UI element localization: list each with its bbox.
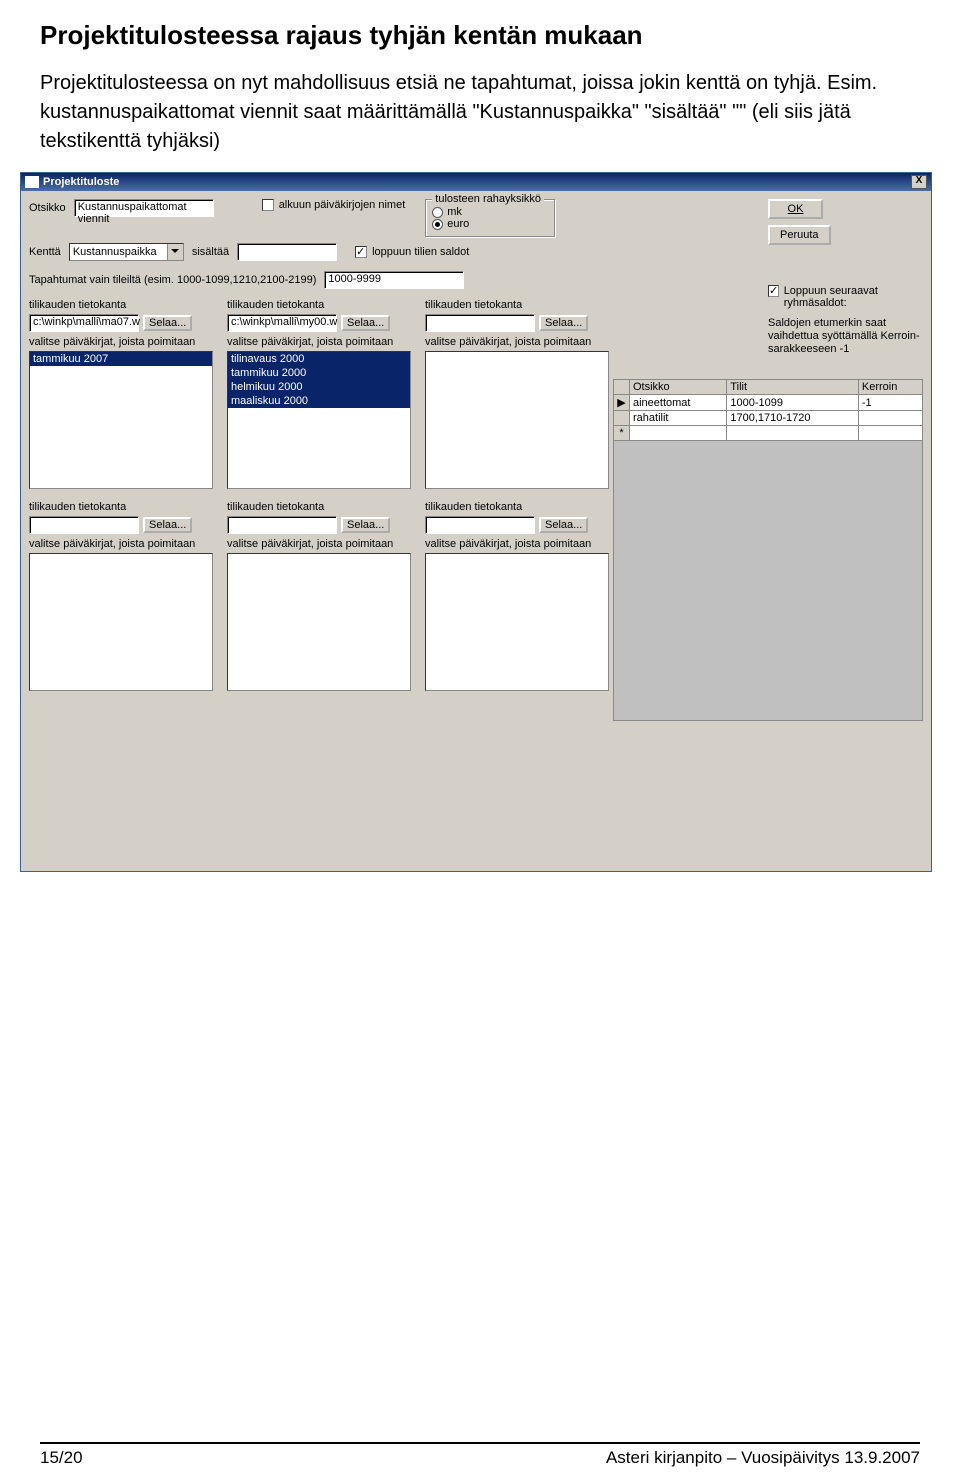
db1-path-input[interactable]: c:\winkp\malli\ma07.w	[29, 314, 139, 332]
doc-heading: Projektitulosteessa rajaus tyhjän kentän…	[40, 20, 920, 51]
db-col-5: tilikauden tietokanta Selaa... valitse p…	[227, 501, 411, 691]
db-label: tilikauden tietokanta	[29, 501, 213, 513]
projekti-window: Projektituloste X Otsikko Kustannuspaika…	[20, 172, 932, 872]
list-item[interactable]: maaliskuu 2000	[228, 394, 410, 408]
otsikko-label: Otsikko	[29, 202, 66, 214]
row-new-icon: *	[614, 426, 630, 441]
cell[interactable]: rahatilit	[630, 411, 727, 426]
db2-path-input[interactable]: c:\winkp\malli\my00.w	[227, 314, 337, 332]
tapahtumat-input[interactable]: 1000-9999	[324, 271, 464, 289]
euro-radio[interactable]	[432, 219, 443, 230]
form-body: Otsikko Kustannuspaikattomat viennit alk…	[21, 191, 931, 871]
ryhmasaldot-label: Loppuun seuraavat ryhmäsaldot:	[784, 285, 923, 309]
db6-listbox[interactable]	[425, 553, 609, 691]
mk-radio[interactable]	[432, 207, 443, 218]
selaa-button[interactable]: Selaa...	[539, 517, 588, 533]
cell[interactable]	[630, 426, 727, 441]
selaa-button[interactable]: Selaa...	[341, 315, 390, 331]
close-button[interactable]: X	[911, 175, 927, 189]
db4-listbox[interactable]	[29, 553, 213, 691]
col-kerroin[interactable]: Kerroin	[858, 380, 922, 395]
row-head	[614, 411, 630, 426]
db3-path-input[interactable]	[425, 314, 535, 332]
mk-label: mk	[447, 206, 462, 218]
page-footer: 15/20 Asteri kirjanpito – Vuosipäivitys …	[40, 1448, 920, 1468]
row-pointer-icon: ▶	[614, 395, 630, 411]
cell[interactable]: -1	[858, 395, 922, 411]
list-item[interactable]: helmikuu 2000	[228, 380, 410, 394]
db5-path-input[interactable]	[227, 516, 337, 534]
cell[interactable]: aineettomat	[630, 395, 727, 411]
kentta-label: Kenttä	[29, 246, 61, 258]
cell[interactable]	[858, 426, 922, 441]
db-col-4: tilikauden tietokanta Selaa... valitse p…	[29, 501, 213, 691]
table-row[interactable]: rahatilit 1700,1710-1720	[614, 411, 923, 426]
db-col-6: tilikauden tietokanta Selaa... valitse p…	[425, 501, 609, 691]
db-label: tilikauden tietokanta	[227, 299, 411, 311]
valitse-label: valitse päiväkirjat, joista poimitaan	[227, 538, 411, 550]
cell[interactable]: 1000-1099	[727, 395, 859, 411]
chevron-down-icon	[171, 249, 179, 253]
list-item[interactable]: tammikuu 2000	[228, 366, 410, 380]
col-tilit[interactable]: Tilit	[727, 380, 859, 395]
db5-listbox[interactable]	[227, 553, 411, 691]
row-head-blank	[614, 380, 630, 395]
selaa-button[interactable]: Selaa...	[539, 315, 588, 331]
db1-listbox[interactable]: tammikuu 2007	[29, 351, 213, 489]
ryhmasaldot-checkbox[interactable]	[768, 285, 779, 297]
doc-body-text: Projektitulosteessa on nyt mahdollisuus …	[40, 69, 920, 156]
euro-label: euro	[447, 218, 469, 230]
titlebar[interactable]: Projektituloste X	[21, 173, 931, 191]
valitse-label: valitse päiväkirjat, joista poimitaan	[425, 538, 609, 550]
saldojen-tip: Saldojen etumerkin saat vaihdettua syött…	[768, 317, 923, 357]
loppuun-label: loppuun tilien saldot	[372, 246, 469, 258]
valitse-label: valitse päiväkirjat, joista poimitaan	[29, 336, 213, 348]
alkuun-checkbox[interactable]	[262, 199, 274, 211]
selaa-button[interactable]: Selaa...	[143, 517, 192, 533]
valitse-label: valitse päiväkirjat, joista poimitaan	[227, 336, 411, 348]
list-item[interactable]: tammikuu 2007	[30, 352, 212, 366]
db-label: tilikauden tietokanta	[227, 501, 411, 513]
saldo-grid: Otsikko Tilit Kerroin ▶ aineettomat 1000…	[613, 379, 923, 721]
list-item[interactable]: tilinavaus 2000	[228, 352, 410, 366]
tapahtumat-label: Tapahtumat vain tileiltä (esim. 1000-109…	[29, 274, 316, 286]
footer-right: Asteri kirjanpito – Vuosipäivitys 13.9.2…	[606, 1448, 920, 1468]
valitse-label: valitse päiväkirjat, joista poimitaan	[29, 538, 213, 550]
kentta-value: Kustannuspaikka	[73, 246, 157, 258]
loppuun-checkbox[interactable]	[355, 246, 367, 258]
table-row-new[interactable]: *	[614, 426, 923, 441]
db6-path-input[interactable]	[425, 516, 535, 534]
selaa-button[interactable]: Selaa...	[341, 517, 390, 533]
db-col-3: tilikauden tietokanta Selaa... valitse p…	[425, 299, 609, 489]
ok-button[interactable]: OK	[768, 199, 823, 219]
db-label: tilikauden tietokanta	[29, 299, 213, 311]
col-otsikko[interactable]: Otsikko	[630, 380, 727, 395]
cell[interactable]: 1700,1710-1720	[727, 411, 859, 426]
alkuun-label: alkuun päiväkirjojen nimet	[279, 199, 406, 211]
selaa-button[interactable]: Selaa...	[143, 315, 192, 331]
kentta-combo[interactable]: Kustannuspaikka	[69, 243, 184, 261]
app-icon	[25, 176, 39, 188]
valitse-label: valitse päiväkirjat, joista poimitaan	[425, 336, 609, 348]
db3-listbox[interactable]	[425, 351, 609, 489]
cell[interactable]	[727, 426, 859, 441]
peruuta-button[interactable]: Peruuta	[768, 225, 831, 245]
db2-listbox[interactable]: tilinavaus 2000 tammikuu 2000 helmikuu 2…	[227, 351, 411, 489]
db4-path-input[interactable]	[29, 516, 139, 534]
sisaltaa-label: sisältää	[192, 246, 229, 258]
db-col-2: tilikauden tietokanta c:\winkp\malli\my0…	[227, 299, 411, 489]
rahayksikko-group-title: tulosteen rahayksikkö	[432, 193, 544, 205]
otsikko-input[interactable]: Kustannuspaikattomat viennit	[74, 199, 214, 217]
cell[interactable]	[858, 411, 922, 426]
window-title: Projektituloste	[43, 176, 119, 188]
footer-separator	[40, 1442, 920, 1444]
sisaltaa-input[interactable]	[237, 243, 337, 261]
db-label: tilikauden tietokanta	[425, 501, 609, 513]
table-row[interactable]: ▶ aineettomat 1000-1099 -1	[614, 395, 923, 411]
page-number: 15/20	[40, 1448, 83, 1468]
db-col-1: tilikauden tietokanta c:\winkp\malli\ma0…	[29, 299, 213, 489]
db-label: tilikauden tietokanta	[425, 299, 609, 311]
